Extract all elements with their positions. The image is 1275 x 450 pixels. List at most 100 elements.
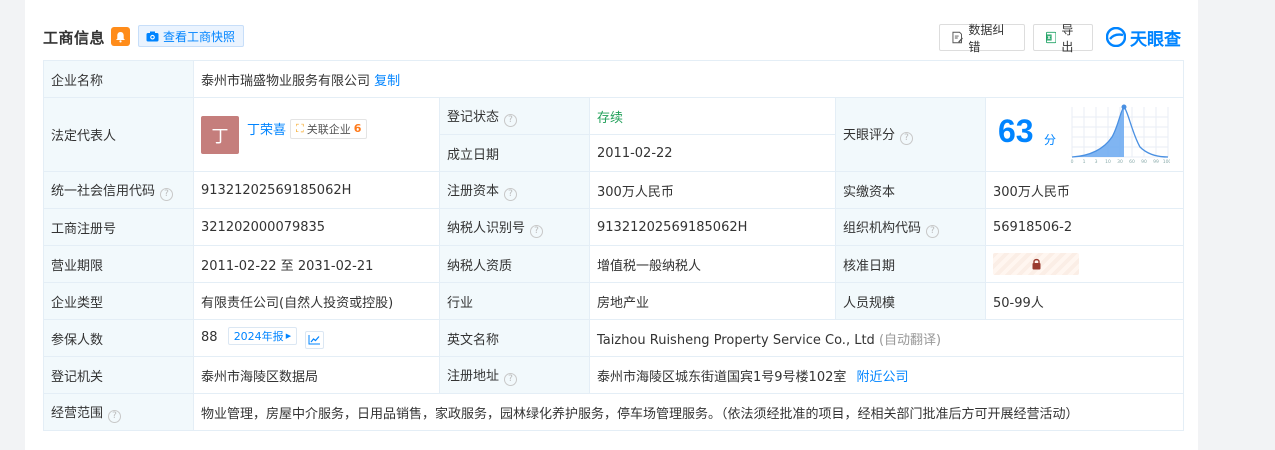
business-info-card: 工商信息 查看工商快照 数据纠错 导出 天眼查 企业名称 泰州市瑞盛物业服务有限…	[25, 0, 1198, 450]
score-distribution-chart: 0 1 3 10 30 60 90 99 100	[1071, 104, 1170, 165]
reg-capital-label: 注册资本	[447, 183, 500, 199]
table-row: 登记机关 泰州市海陵区数据局 注册地址? 泰州市海陵区城东街道国宾1号9号楼10…	[43, 356, 1185, 394]
caret-right-icon: ▶	[285, 332, 292, 341]
logo-text: 天眼查	[1130, 29, 1181, 50]
paid-capital-label: 实缴资本	[835, 171, 986, 209]
found-date-label: 成立日期	[439, 134, 590, 172]
help-icon[interactable]: ?	[160, 187, 174, 201]
score-tick: 100	[1163, 159, 1170, 165]
data-correction-label: 数据纠错	[968, 22, 1005, 54]
score-tick: 0	[1071, 159, 1074, 165]
credit-code-label: 统一社会信用代码	[51, 183, 156, 199]
bell-icon[interactable]	[111, 27, 130, 46]
help-icon[interactable]: ?	[504, 187, 518, 201]
edit-document-icon	[952, 31, 963, 44]
taxpayer-qual-label: 纳税人资质	[439, 245, 590, 283]
insured-cell: 88 2024年报 ▶	[193, 319, 440, 357]
lock-icon	[1032, 258, 1040, 270]
data-correction-button[interactable]: 数据纠错	[939, 23, 1025, 54]
english-name-cell: Taizhou Ruisheng Property Service Co., L…	[588, 319, 1185, 357]
export-label: 导出	[1061, 22, 1074, 54]
score-tick: 1	[1083, 159, 1086, 165]
address-cell: 泰州市海陵区城东街道国宾1号9号楼102室 附近公司	[588, 356, 1185, 394]
industry-label: 行业	[439, 282, 590, 320]
industry: 房地产业	[589, 282, 836, 320]
tianyancha-logo: 天眼查	[1106, 24, 1181, 50]
scope-label-cell: 经营范围?	[43, 393, 194, 431]
approve-date-label: 核准日期	[835, 245, 986, 283]
avatar[interactable]: 丁	[201, 115, 239, 154]
section-title: 工商信息	[43, 29, 106, 47]
business-info-table: 企业名称 泰州市瑞盛物业服务有限公司 复制 法定代表人 丁 丁荣喜 ⛶ 关联企业	[43, 60, 1185, 431]
related-companies-badge[interactable]: ⛶ 关联企业 6	[290, 118, 368, 139]
help-icon[interactable]: ?	[530, 224, 544, 238]
score-tick: 30	[1117, 159, 1123, 165]
org-chart-icon: ⛶	[296, 121, 304, 135]
taxpayer-id: 91321202569185062H	[589, 208, 836, 246]
table-row: 营业期限 2011-02-22 至 2031-02-21 纳税人资质 增值税一般…	[43, 245, 1185, 283]
trend-chart-icon[interactable]	[305, 330, 325, 349]
score-cell[interactable]: 63 分 0 1 3 10 30 60 90 99 10	[984, 97, 1185, 172]
term: 2011-02-22 至 2031-02-21	[193, 245, 440, 283]
annual-report-dropdown[interactable]: 2024年报 ▶	[227, 327, 298, 346]
help-icon[interactable]: ?	[504, 372, 518, 386]
paid-capital: 300万人民币	[984, 171, 1185, 209]
excel-icon	[1046, 31, 1057, 44]
legal-rep-cell: 丁 丁荣喜 ⛶ 关联企业 6	[193, 97, 440, 172]
company-name-cell: 泰州市瑞盛物业服务有限公司 复制	[192, 60, 1185, 98]
related-companies-label: 关联企业	[306, 122, 351, 136]
help-icon[interactable]: ?	[108, 409, 122, 423]
english-name: Taizhou Ruisheng Property Service Co., L…	[597, 332, 875, 348]
help-icon[interactable]: ?	[926, 224, 940, 238]
score-tick: 60	[1129, 159, 1135, 165]
view-snapshot-label: 查看工商快照	[163, 29, 236, 44]
address-label: 注册地址	[447, 368, 500, 384]
annual-report-label: 2024年报	[233, 330, 284, 344]
org-code-label: 组织机构代码	[843, 220, 922, 236]
table-row: 企业类型 有限责任公司(自然人投资或控股) 行业 房地产业 人员规模 50-99…	[43, 282, 1185, 320]
locked-value[interactable]	[993, 253, 1079, 275]
score-tick: 90	[1141, 159, 1147, 165]
score-label-cell: 天眼评分?	[835, 97, 986, 172]
auto-translate-note: (自动翻译)	[878, 332, 942, 348]
credit-code: 91321202569185062H	[193, 171, 440, 209]
export-button[interactable]: 导出	[1033, 23, 1093, 54]
org-code-label-cell: 组织机构代码?	[835, 208, 986, 246]
staff-size-label: 人员规模	[835, 282, 986, 320]
org-code: 56918506-2	[984, 208, 1185, 246]
reg-no-label: 工商注册号	[43, 208, 194, 246]
score-tick: 10	[1105, 159, 1111, 165]
taxpayer-id-label: 纳税人识别号	[447, 220, 526, 236]
approve-date-cell	[984, 245, 1185, 283]
score-label: 天眼评分	[843, 128, 896, 143]
related-companies-count: 6	[353, 122, 362, 135]
section-header: 工商信息 查看工商快照 数据纠错 导出 天眼查	[25, 0, 1198, 60]
company-type-label: 企业类型	[43, 282, 194, 320]
tianyancha-logo-icon	[1106, 27, 1126, 47]
table-row: 经营范围? 物业管理，房屋中介服务，日用品销售，家政服务，园林绿化养护服务，停车…	[43, 393, 1185, 431]
camera-icon	[146, 31, 159, 41]
english-name-label: 英文名称	[439, 319, 590, 357]
authority-label: 登记机关	[43, 356, 194, 394]
help-icon[interactable]: ?	[900, 132, 914, 145]
company-name-label: 企业名称	[43, 60, 194, 98]
reg-capital: 300万人民币	[589, 171, 836, 209]
staff-size: 50-99人	[984, 282, 1185, 320]
nearby-companies-link[interactable]: 附近公司	[857, 370, 909, 385]
company-name: 泰州市瑞盛物业服务有限公司	[201, 73, 371, 89]
credit-code-label-cell: 统一社会信用代码?	[43, 171, 194, 209]
reg-capital-label-cell: 注册资本?	[439, 171, 590, 209]
business-scope: 物业管理，房屋中介服务，日用品销售，家政服务，园林绿化养护服务，停车场管理服务。…	[192, 393, 1185, 431]
reg-status: 存续	[589, 97, 836, 135]
taxpayer-qual: 增值税一般纳税人	[589, 245, 836, 283]
term-label: 营业期限	[43, 245, 194, 283]
copy-link[interactable]: 复制	[374, 74, 400, 89]
table-row: 企业名称 泰州市瑞盛物业服务有限公司 复制	[43, 60, 1185, 98]
legal-rep-name[interactable]: 丁荣喜	[247, 119, 286, 138]
reg-status-label: 登记状态	[447, 109, 500, 125]
insured-count: 88	[201, 330, 218, 346]
table-row: 法定代表人 丁 丁荣喜 ⛶ 关联企业 6 登记状态 ? 存续 天眼评分 ? 63…	[43, 97, 1185, 172]
help-icon[interactable]: ?	[504, 113, 518, 127]
score-tick: 99	[1153, 159, 1159, 165]
view-snapshot-button[interactable]: 查看工商快照	[138, 25, 245, 47]
